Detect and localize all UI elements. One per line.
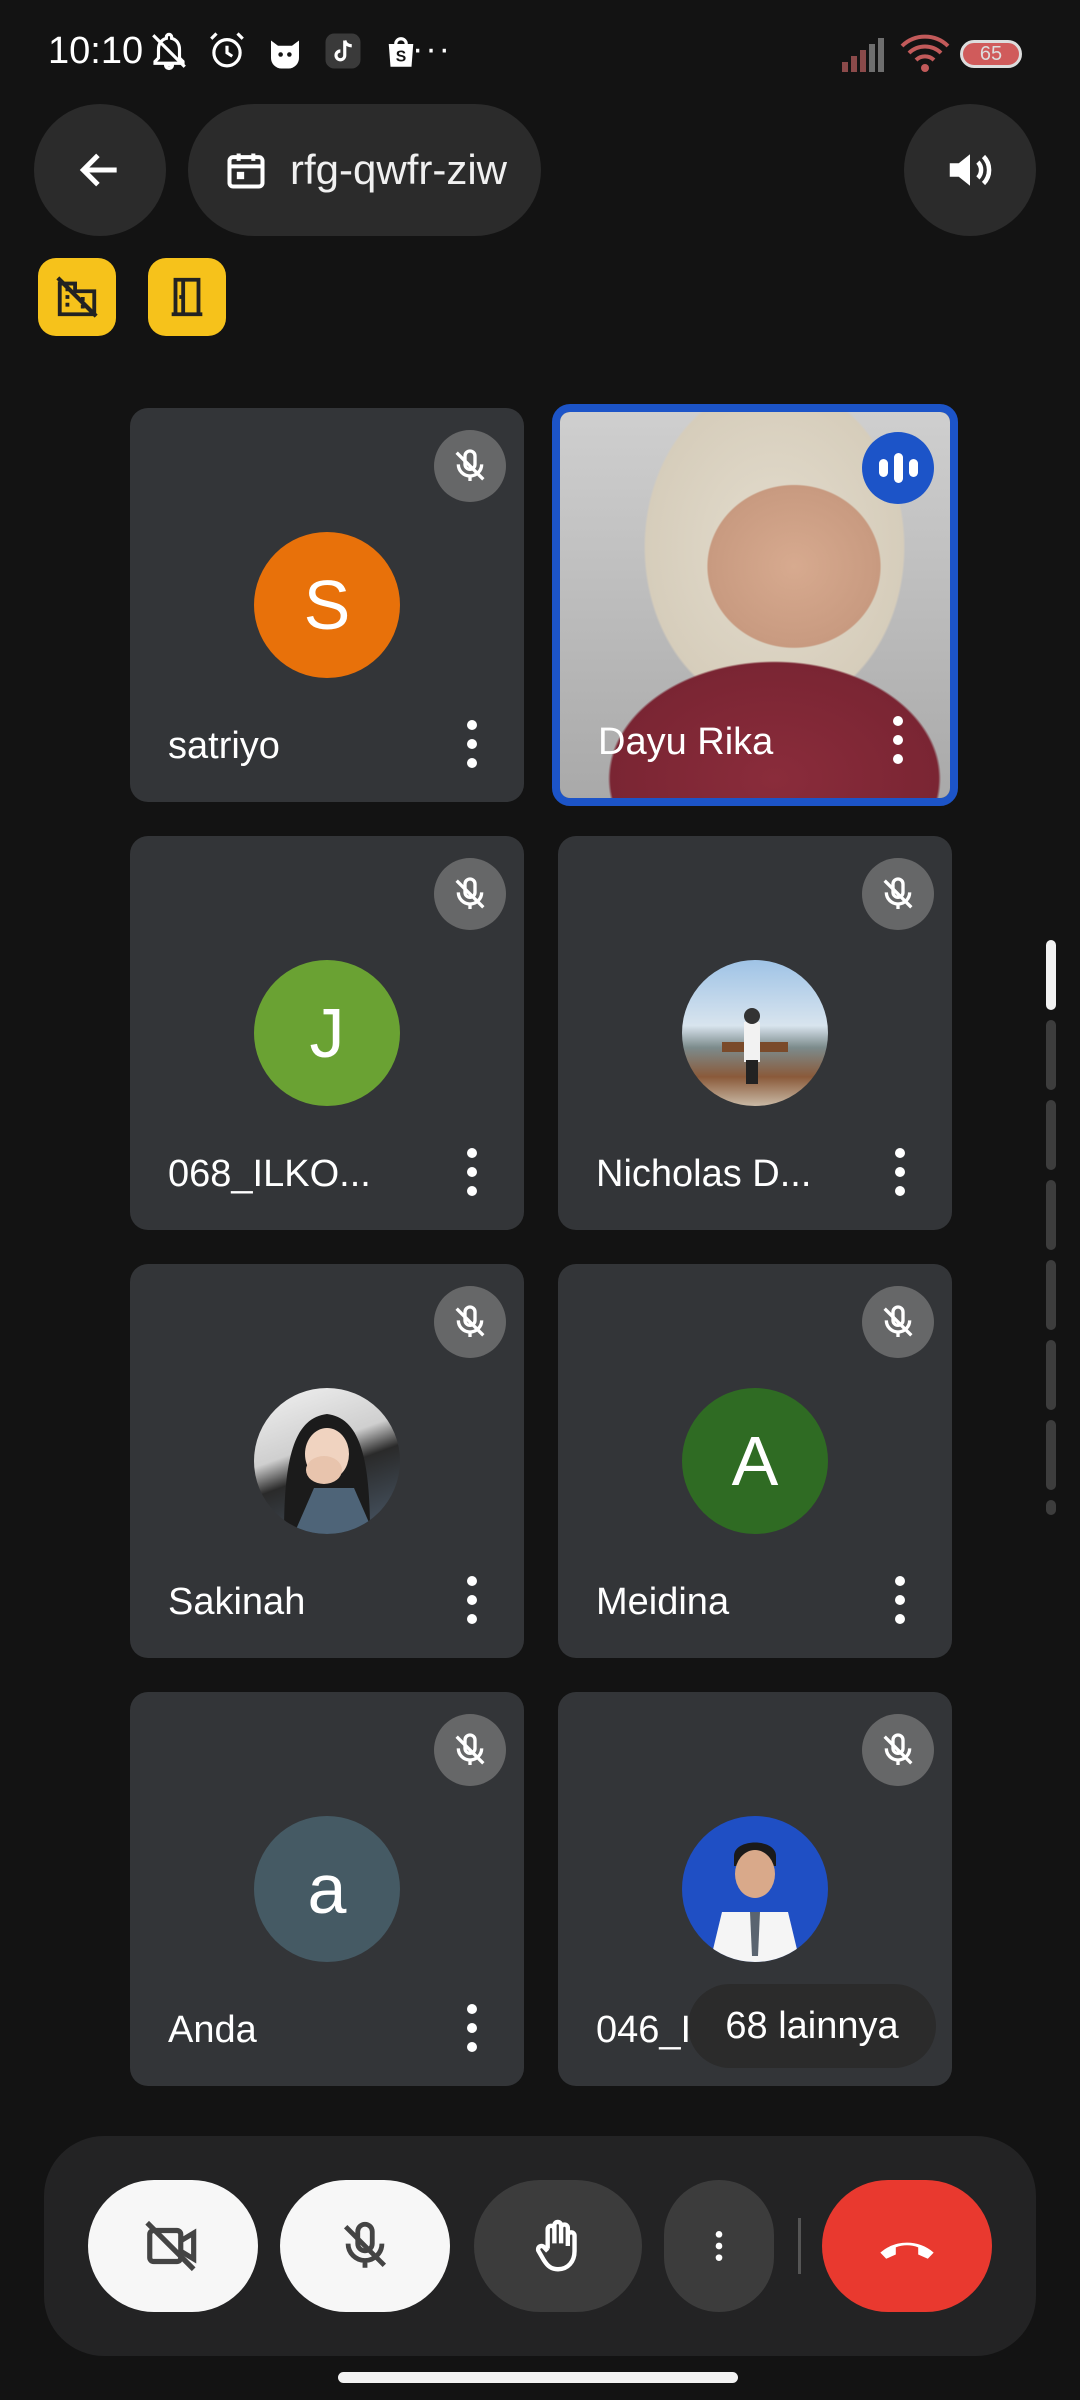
end-call-button[interactable] [822,2180,992,2312]
meeting-code: rfg-qwfr-ziw [290,146,507,193]
participant-tile[interactable]: Nicholas D... [558,836,952,1230]
status-more-icon: ··· [412,30,452,68]
hand-icon [535,2219,577,2272]
more-options-button[interactable] [664,2180,774,2312]
mic-off-icon [862,1714,934,1786]
battery-indicator: 65 [960,40,1022,68]
participant-menu-button[interactable] [462,1148,482,1196]
participant-menu-button[interactable] [462,2004,482,2052]
domain-disabled-icon [56,276,98,318]
participant-menu-button[interactable] [890,1148,910,1196]
participant-menu-button[interactable] [890,1576,910,1624]
participant-tile[interactable]: A Meidina [558,1264,952,1658]
mic-off-icon [434,1286,506,1358]
arrow-back-icon [79,153,117,187]
notifications-off-icon [152,32,186,71]
svg-text:S: S [396,49,407,66]
participant-tile[interactable]: S satriyo [130,408,524,802]
signal-icon [842,38,884,72]
participant-tile[interactable]: Sakinah [130,1264,524,1658]
avatar: a [254,1816,400,1962]
participant-name: Anda [168,2009,257,2051]
participant-name: Dayu Rika [598,721,774,763]
wifi-icon [900,34,950,72]
meeting-info-button[interactable]: rfg-qwfr-ziw [188,104,541,236]
mic-off-icon [434,858,506,930]
avatar-photo [682,1816,828,1962]
call-controls-bar [44,2136,1036,2356]
door-icon [171,277,203,317]
mic-off-icon [862,1286,934,1358]
host-controls-badge[interactable] [38,258,116,336]
avatar: S [254,532,400,678]
calendar-icon [227,153,265,189]
back-button[interactable] [34,104,166,236]
participant-name: Meidina [596,1581,730,1623]
status-icons: S [148,30,422,72]
avatar: J [254,960,400,1106]
mic-off-icon [434,430,506,502]
call-end-icon [880,2242,934,2259]
videocam-off-icon [145,2220,197,2272]
tiktok-icon [325,33,361,69]
camera-toggle-button[interactable] [88,2180,258,2312]
avatar: A [682,1388,828,1534]
raise-hand-button[interactable] [474,2180,642,2312]
mic-toggle-button[interactable] [280,2180,450,2312]
participant-name: satriyo [168,725,280,767]
mic-off-icon [862,858,934,930]
participant-name: 068_ILKO... [168,1153,371,1195]
divider [798,2218,801,2274]
speaking-indicator-icon [862,432,934,504]
mic-off-icon [343,2221,387,2268]
more-vert-icon [715,2231,723,2261]
participant-menu-button[interactable] [462,1576,482,1624]
avatar-photo [254,1388,400,1534]
lobby-badge[interactable] [148,258,226,336]
participant-tile-self[interactable]: a Anda [130,1692,524,2086]
home-indicator[interactable] [338,2372,738,2383]
mic-off-icon [434,1714,506,1786]
more-participants-button[interactable]: 68 lainnya [688,1984,936,2068]
participant-name: Nicholas D... [596,1153,812,1195]
volume-icon [949,154,992,186]
audio-output-button[interactable] [904,104,1036,236]
participant-tile[interactable]: J 068_ILKO... [130,836,524,1230]
status-time: 10:10 [48,30,144,72]
participant-menu-button[interactable] [888,716,908,764]
scrollbar[interactable] [1046,940,1056,1515]
participant-tile-active-speaker[interactable]: Dayu Rika [552,404,958,806]
participant-menu-button[interactable] [462,720,482,768]
alarm-icon [210,32,244,68]
app-cat-icon [271,40,299,69]
participant-name: Sakinah [168,1581,306,1623]
avatar-photo [682,960,828,1106]
